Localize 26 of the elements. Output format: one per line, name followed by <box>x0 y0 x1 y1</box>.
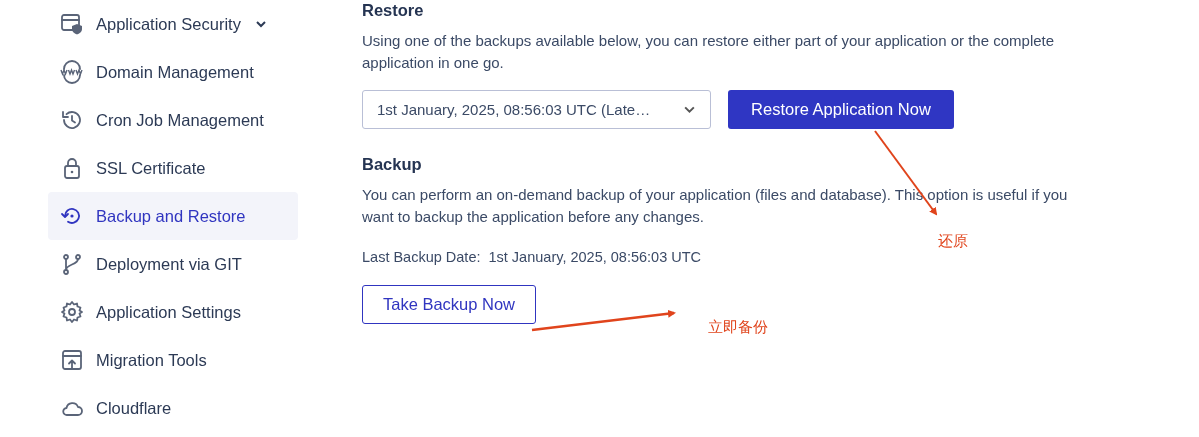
take-backup-button[interactable]: Take Backup Now <box>362 285 536 324</box>
sidebar-item[interactable]: Migration Tools <box>48 336 298 384</box>
section-heading: Restore <box>362 1 425 19</box>
history-icon <box>60 108 84 132</box>
sidebar-item[interactable]: Cron Job Management <box>48 96 298 144</box>
annotation-text: 还原 <box>938 232 968 251</box>
last-backup-date: 1st January, 2025, 08:56:03 UTC <box>488 249 702 265</box>
gear-icon <box>60 300 84 324</box>
description-text: Using one of the backups available below, you can restore either part of your application or the complete application in one go. <box>362 31 1056 73</box>
sidebar-item[interactable]: Cloudflare <box>48 384 298 432</box>
sidebar-item[interactable]: Deployment via GIT <box>48 240 298 288</box>
shield-window-icon <box>60 12 84 36</box>
restore-button[interactable]: Restore Application Now <box>728 90 954 129</box>
sidebar-item[interactable]: Application Settings <box>48 288 298 336</box>
sidebar-item[interactable]: Domain Management <box>48 48 298 96</box>
sidebar-item[interactable]: SSL Certificate <box>48 144 298 192</box>
sidebar-item[interactable]: Application Security <box>48 0 298 48</box>
globe-icon <box>60 60 84 84</box>
description-text: You can perform an on-demand backup of your application (files and database). This option is useful if you want to backup the application before any changes. <box>362 185 1069 227</box>
branch-icon <box>60 252 84 276</box>
backup-select[interactable]: 1st January, 2025, 08:56:03 UTC (Late… <box>362 90 711 129</box>
last-backup-label: Last Backup Date: <box>362 249 481 265</box>
annotation-text: 立即备份 <box>708 318 768 337</box>
upload-window-icon <box>60 348 84 372</box>
section-heading: Backup <box>362 155 423 173</box>
sidebar-item[interactable]: Backup and Restore <box>48 192 298 240</box>
